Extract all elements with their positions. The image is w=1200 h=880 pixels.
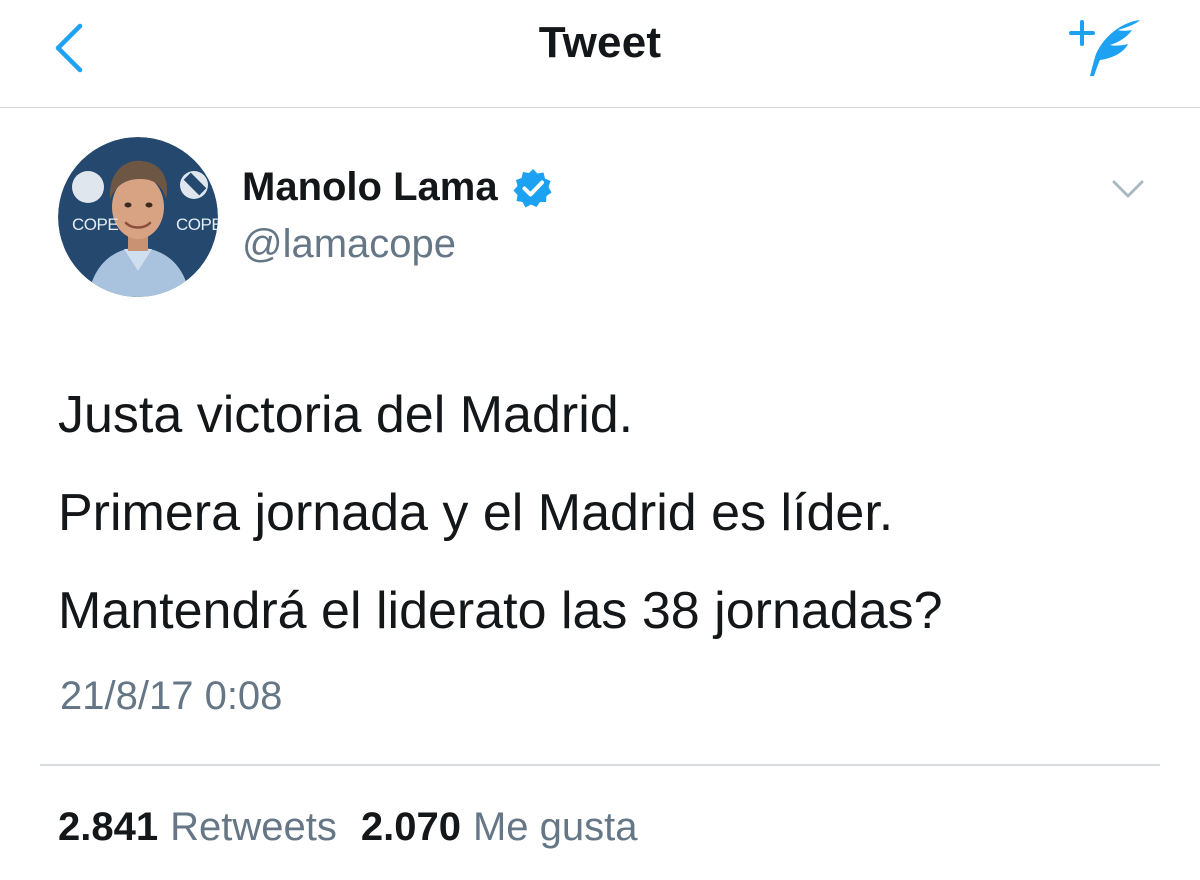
author-name-row[interactable]: Manolo Lama bbox=[242, 165, 554, 210]
author-handle[interactable]: @lamacope bbox=[242, 222, 456, 267]
nav-bar: Tweet bbox=[0, 0, 1200, 108]
author-name[interactable]: Manolo Lama bbox=[242, 165, 498, 210]
compose-feather-icon bbox=[1069, 20, 1140, 76]
tweet-line: Primera jornada y el Madrid es líder. bbox=[58, 484, 894, 542]
retweets-label: Retweets bbox=[170, 805, 337, 849]
divider bbox=[40, 764, 1160, 766]
likes-count: 2.070 bbox=[360, 805, 461, 849]
page-title: Tweet bbox=[538, 18, 662, 67]
avatar-logo-text-right: COPE bbox=[176, 215, 218, 234]
compose-tweet-button[interactable] bbox=[1064, 14, 1150, 82]
tweet-detail-screen: Tweet COPE COPE Manolo Lama @lamacope Ju… bbox=[0, 0, 1200, 880]
tweet-line: Justa victoria del Madrid. bbox=[58, 386, 634, 444]
avatar[interactable]: COPE COPE bbox=[58, 137, 218, 297]
tweet-stats: 2.841 Retweets 2.070 Me gusta bbox=[58, 805, 638, 850]
retweets-stat[interactable]: 2.841 Retweets bbox=[58, 805, 337, 850]
avatar-logo-text-left: COPE bbox=[72, 215, 119, 234]
retweets-count: 2.841 bbox=[58, 805, 159, 849]
likes-stat[interactable]: 2.070 Me gusta bbox=[361, 805, 638, 850]
tweet-options-button[interactable] bbox=[1104, 170, 1152, 210]
verified-badge-icon bbox=[512, 167, 554, 209]
tweet-timestamp: 21/8/17 0:08 bbox=[60, 674, 283, 718]
tweet-line: Mantendrá el liderato las 38 jornadas? bbox=[58, 582, 943, 640]
likes-label: Me gusta bbox=[472, 805, 638, 849]
chevron-down-icon bbox=[1112, 180, 1144, 198]
tweet-text: Justa victoria del Madrid. Primera jorna… bbox=[58, 366, 1158, 660]
